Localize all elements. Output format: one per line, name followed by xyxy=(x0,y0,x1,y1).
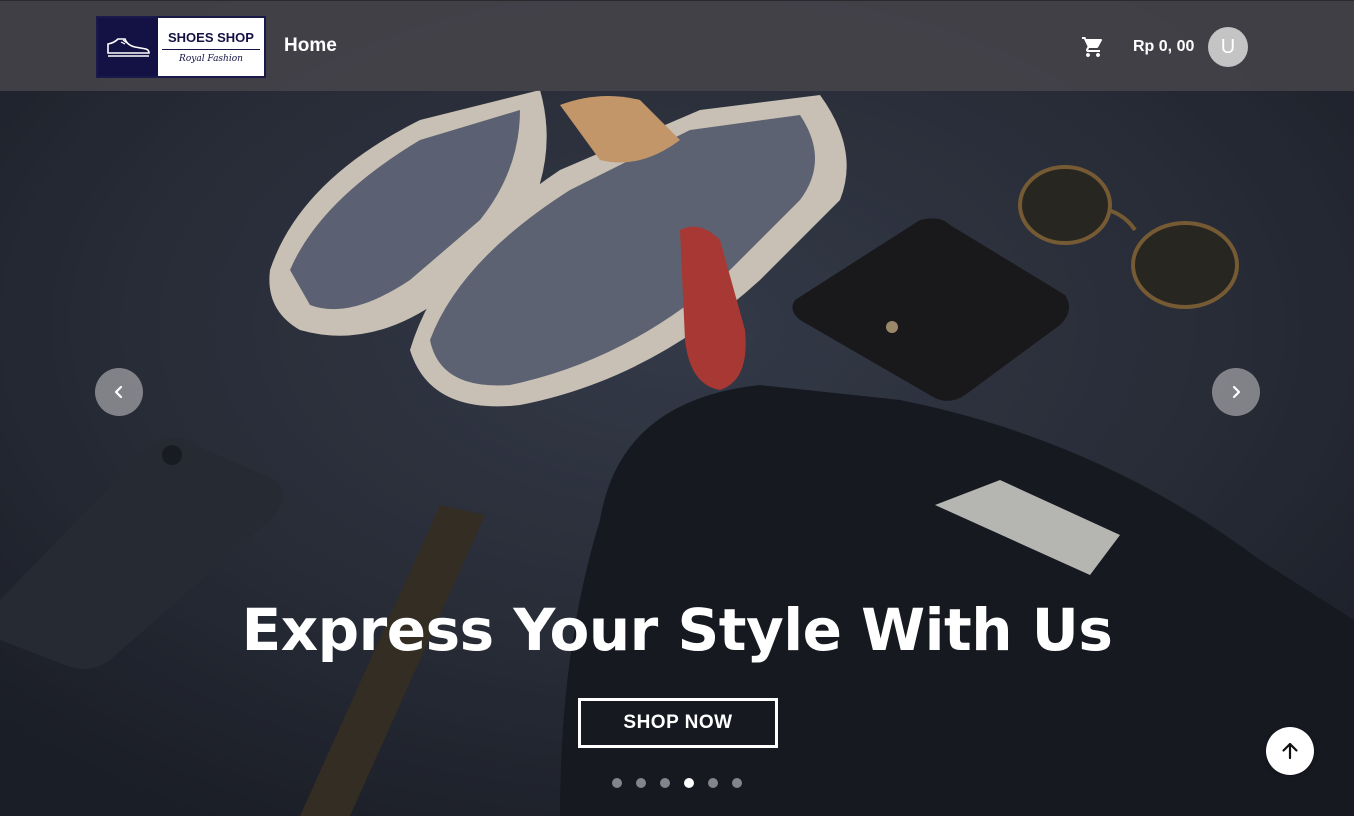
hero-headline: Express Your Style With Us xyxy=(241,596,1113,664)
scroll-to-top-button[interactable] xyxy=(1266,727,1314,775)
carousel-indicator-6[interactable] xyxy=(732,778,742,788)
logo-subtitle: Royal Fashion xyxy=(179,54,243,64)
user-avatar[interactable]: U xyxy=(1208,27,1248,67)
nav-link-home[interactable]: Home xyxy=(284,35,337,57)
carousel-indicator-4[interactable] xyxy=(684,778,694,788)
arrow-up-icon xyxy=(1282,742,1298,760)
shoe-logo-icon xyxy=(98,18,158,76)
shop-now-button[interactable]: SHOP NOW xyxy=(578,698,778,748)
carousel-indicator-5[interactable] xyxy=(708,778,718,788)
carousel-prev-button[interactable] xyxy=(95,368,143,416)
shopping-cart-icon[interactable] xyxy=(1081,35,1105,59)
chevron-left-icon xyxy=(114,385,123,399)
carousel-indicator-1[interactable] xyxy=(612,778,622,788)
chevron-right-icon xyxy=(1232,385,1241,399)
hero-overlay xyxy=(0,0,1354,816)
cart-total[interactable]: Rp 0, 00 xyxy=(1133,38,1194,56)
shop-logo[interactable]: SHOES SHOP Royal Fashion xyxy=(96,16,266,78)
carousel-indicator-2[interactable] xyxy=(636,778,646,788)
carousel-indicator-3[interactable] xyxy=(660,778,670,788)
carousel-indicators xyxy=(612,778,742,788)
carousel-next-button[interactable] xyxy=(1212,368,1260,416)
top-navbar: SHOES SHOP Royal Fashion Home Rp 0, 00 U xyxy=(0,0,1354,91)
logo-title: SHOES SHOP xyxy=(162,30,260,50)
hero-banner xyxy=(0,0,1354,816)
